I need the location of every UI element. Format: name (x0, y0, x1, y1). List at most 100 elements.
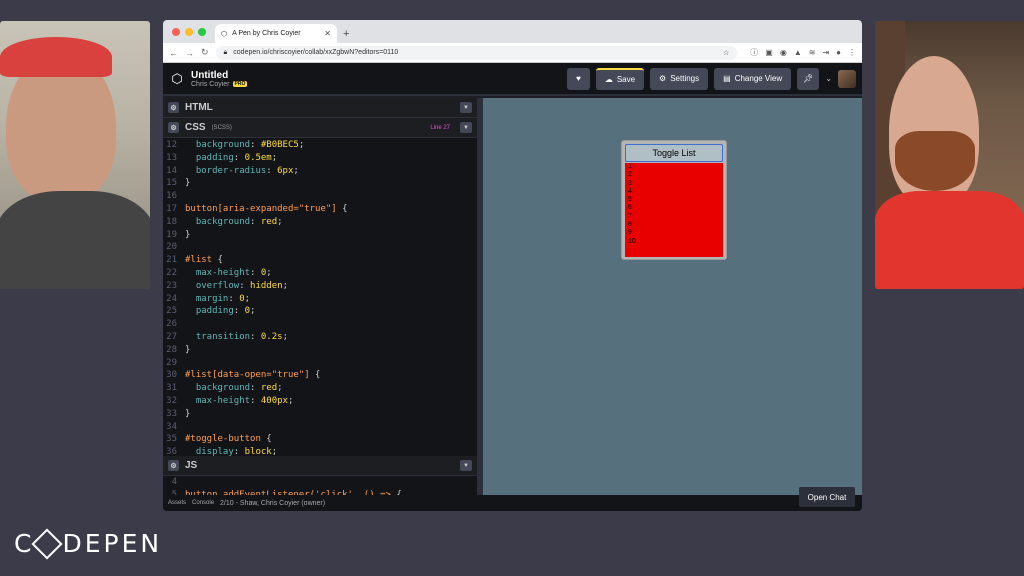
line-number: 19 (166, 229, 177, 240)
code-line[interactable]: 30 #list[data-open="true"] { (163, 369, 477, 382)
line-number: 18 (166, 216, 177, 227)
code-line[interactable]: 15} (163, 177, 477, 190)
line-number: 25 (166, 306, 177, 317)
url-input[interactable]: 🔒︎ codepen.io/chriscoyier/collab/xxZgbwN… (215, 45, 738, 60)
layers-icon[interactable]: ≋ (809, 48, 816, 57)
browser-tab[interactable]: ⬡ A Pen by Chris Coyier ✕ (215, 24, 337, 43)
code-line[interactable]: 34 (163, 421, 477, 434)
close-window-icon[interactable] (172, 28, 180, 36)
line-number: 14 (166, 165, 177, 176)
code-line[interactable]: 18 background: red; (163, 216, 477, 229)
chevron-down-icon[interactable]: ▼ (460, 102, 472, 113)
code-line[interactable]: 29 (163, 357, 477, 370)
heart-icon: ♥ (576, 74, 581, 83)
css-settings-icon[interactable]: ⚙ (168, 122, 179, 133)
pin-button[interactable]: 📌︎ (797, 67, 820, 90)
info-icon[interactable]: ⓘ (750, 47, 758, 58)
code-line[interactable]: 19} (163, 229, 477, 242)
code-line[interactable]: 12 background: #B0BEC5; (163, 139, 477, 152)
extension-icon[interactable]: ◉ (780, 48, 787, 57)
minimize-window-icon[interactable] (185, 28, 193, 36)
line-number: 36 (166, 447, 177, 456)
line-number: 23 (166, 280, 177, 291)
code-line[interactable]: 31 background: red; (163, 382, 477, 395)
assets-button[interactable]: Assets (168, 500, 186, 506)
code-line[interactable]: 32 max-height: 400px; (163, 395, 477, 408)
settings-button[interactable]: ⚙ Settings (650, 67, 709, 90)
css-code-editor[interactable]: 12 background: #B0BEC5; 13 padding: 0.5em… (163, 138, 477, 456)
code-text: max-height: 400px; (195, 395, 294, 406)
code-line[interactable]: 23 overflow: hidden; (163, 280, 477, 293)
close-tab-icon[interactable]: ✕ (324, 29, 331, 38)
code-line[interactable]: 21 #list { (163, 254, 477, 267)
code-line[interactable]: 35 #toggle-button { (163, 433, 477, 446)
list-item: 2 (628, 171, 632, 179)
js-settings-icon[interactable]: ⚙ (168, 460, 179, 471)
code-line[interactable]: 17 button[aria-expanded="true"] { (163, 203, 477, 216)
code-line[interactable]: 22 max-height: 0; (163, 267, 477, 280)
browser-window: ⬡ A Pen by Chris Coyier ✕ + ← → ↻ 🔒︎ cod… (163, 20, 862, 511)
toggle-list-button[interactable]: Toggle List (625, 144, 723, 162)
css-panel-header[interactable]: ⚙ CSS (SCSS) Line 27 ▼ (163, 118, 477, 138)
code-line[interactable]: 20 (163, 241, 477, 254)
css-label: CSS (185, 122, 206, 133)
profile-icon[interactable]: ● (836, 48, 841, 57)
owner-name[interactable]: Chris Coyier (191, 81, 230, 88)
extension-icon[interactable]: ⇥ (822, 48, 829, 57)
webcam-left (0, 21, 150, 289)
shirt-left (0, 191, 150, 289)
html-panel-header[interactable]: ⚙ HTML ▼ (163, 98, 477, 118)
list-item: 9 (628, 229, 632, 237)
chevron-down-icon[interactable]: ▼ (460, 460, 472, 471)
code-line[interactable]: 26 (163, 318, 477, 331)
code-text: transition: 0.2s; (195, 331, 288, 342)
code-line[interactable]: 14 border-radius: 6px; (163, 165, 477, 178)
code-line[interactable]: 16 (163, 190, 477, 203)
reload-icon[interactable]: ↻ (201, 47, 209, 58)
change-view-button[interactable]: ▤ Change View (714, 67, 792, 90)
codepen-logo-icon[interactable]: ⬡ (169, 71, 185, 87)
line-number: 30 (166, 370, 177, 381)
list-item: 6 (628, 204, 632, 212)
open-chat-button[interactable]: Open Chat (799, 487, 855, 507)
tab-bar: ⬡ A Pen by Chris Coyier ✕ + (163, 20, 862, 43)
code-line[interactable]: 33} (163, 408, 477, 421)
pen-title[interactable]: Untitled (191, 70, 247, 81)
console-button[interactable]: Console (192, 500, 214, 506)
line-number: 16 (166, 191, 177, 202)
chevron-down-icon[interactable]: ⌄ (825, 74, 832, 83)
code-line[interactable]: 4 (163, 476, 477, 489)
code-line[interactable]: 25 padding: 0; (163, 305, 477, 318)
line-number: 32 (166, 395, 177, 406)
code-text: padding: 0; (195, 306, 256, 317)
collaborators-status: 2/10 - Shaw, Chris Coyier (owner) (220, 499, 326, 507)
back-icon[interactable]: ← (169, 48, 178, 58)
line-number: 34 (166, 421, 177, 432)
code-line[interactable]: 27 transition: 0.2s; (163, 331, 477, 344)
line-number: 13 (166, 152, 177, 163)
extension-icon[interactable]: ▲ (794, 48, 802, 57)
save-button[interactable]: ☁ Save (595, 67, 645, 90)
list-item: 8 (628, 221, 632, 229)
line-number: 26 (166, 319, 177, 330)
code-line[interactable]: 24 margin: 0; (163, 293, 477, 306)
code-text: background: red; (195, 383, 283, 394)
code-line[interactable]: 28} (163, 344, 477, 357)
js-panel-header[interactable]: ⚙ JS ▼ (163, 456, 477, 476)
star-icon[interactable]: ☆ (723, 49, 729, 57)
extensions: ⓘ ▣ ◉ ▲ ≋ ⇥ ● ⋮ (750, 47, 856, 58)
extension-icon[interactable]: ▣ (765, 48, 773, 57)
code-line[interactable]: 13 padding: 0.5em; (163, 152, 477, 165)
html-settings-icon[interactable]: ⚙ (168, 102, 179, 113)
new-tab-icon[interactable]: + (343, 28, 349, 40)
chevron-down-icon[interactable]: ▼ (460, 122, 472, 133)
line-number: 15 (166, 178, 177, 189)
avatar[interactable] (838, 69, 856, 88)
menu-icon[interactable]: ⋮ (848, 48, 856, 57)
code-line[interactable]: 36 display: block; (163, 446, 477, 456)
maximize-window-icon[interactable] (198, 28, 206, 36)
code-text: display: block; (195, 447, 278, 456)
code-text: background: red; (195, 216, 283, 227)
love-button[interactable]: ♥ (567, 67, 590, 90)
forward-icon[interactable]: → (185, 48, 194, 58)
